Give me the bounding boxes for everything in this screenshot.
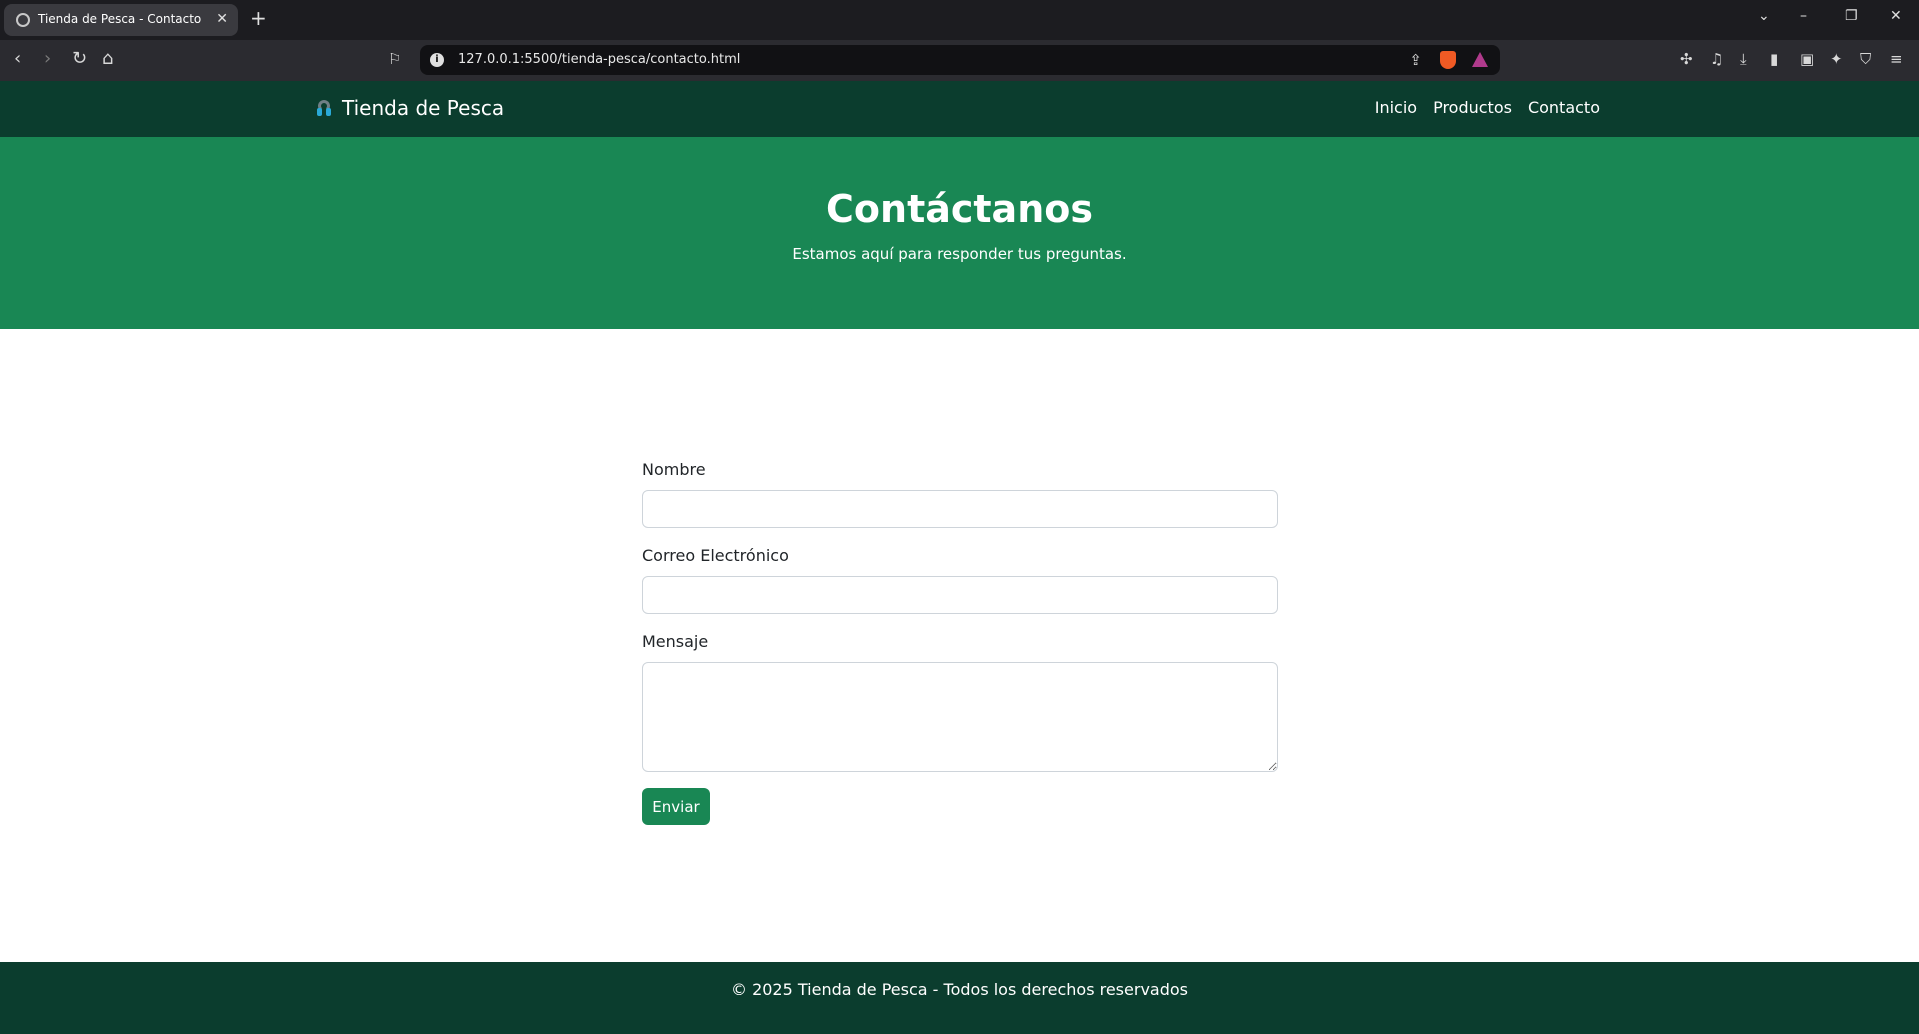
brave-rewards-icon[interactable]	[1472, 52, 1488, 67]
address-bar[interactable]: i 127.0.0.1:5500/tienda-pesca/contacto.h…	[420, 45, 1500, 75]
site-navbar: Tienda de Pesca Inicio Productos Contact…	[0, 81, 1919, 137]
forward-icon[interactable]: ›	[44, 49, 51, 69]
nav-links: Inicio Productos Contacto	[1359, 98, 1600, 117]
wallet-icon[interactable]: ▣	[1800, 50, 1814, 68]
headphones-icon	[316, 98, 332, 118]
bookmark-icon[interactable]: ⚐	[388, 49, 401, 69]
vpn-shield-icon[interactable]: ⛉	[1860, 50, 1871, 68]
page-title: Contáctanos	[826, 187, 1093, 231]
media-icon[interactable]: ♫	[1710, 50, 1723, 68]
name-input[interactable]	[642, 490, 1278, 528]
url-text[interactable]: 127.0.0.1:5500/tienda-pesca/contacto.htm…	[458, 52, 740, 67]
minimize-icon[interactable]: –	[1800, 8, 1807, 24]
share-icon[interactable]: ⇪	[1409, 51, 1422, 69]
nav-link-productos[interactable]: Productos	[1433, 98, 1512, 117]
sidebar-icon[interactable]: ▮	[1770, 50, 1778, 68]
menu-icon[interactable]: ≡	[1890, 50, 1903, 68]
brand-name: Tienda de Pesca	[342, 96, 505, 120]
name-label: Nombre	[642, 460, 706, 479]
back-icon[interactable]: ‹	[14, 49, 21, 69]
nav-link-inicio[interactable]: Inicio	[1375, 98, 1417, 117]
brand-link[interactable]: Tienda de Pesca	[316, 96, 504, 120]
page: Tienda de Pesca Inicio Productos Contact…	[0, 81, 1919, 1034]
browser-tab[interactable]: Tienda de Pesca - Contacto ✕	[4, 4, 238, 36]
email-input[interactable]	[642, 576, 1278, 614]
page-subtitle: Estamos aquí para responder tus pregunta…	[792, 245, 1127, 263]
home-icon[interactable]: ⌂	[102, 49, 113, 69]
brave-shields-icon[interactable]	[1440, 51, 1456, 69]
browser-tab-bar: Tienda de Pesca - Contacto ✕ + ⌄ – ❐ ✕	[0, 0, 1919, 40]
message-textarea[interactable]	[642, 662, 1278, 772]
leo-ai-icon[interactable]: ✦	[1830, 50, 1843, 68]
message-label: Mensaje	[642, 632, 709, 651]
browser-toolbar: ‹ › ↻ ⌂ ⚐ i 127.0.0.1:5500/tienda-pesca/…	[0, 40, 1919, 81]
site-footer: © 2025 Tienda de Pesca - Todos los derec…	[0, 962, 1919, 1034]
extensions-icon[interactable]: ✣	[1680, 50, 1693, 68]
new-tab-icon[interactable]: +	[250, 7, 267, 29]
hero-banner: Contáctanos Estamos aquí para responder …	[0, 137, 1919, 329]
restore-icon[interactable]: ❐	[1845, 8, 1858, 24]
email-label: Correo Electrónico	[642, 546, 789, 565]
tab-title: Tienda de Pesca - Contacto	[38, 12, 202, 26]
reload-icon[interactable]: ↻	[72, 49, 87, 69]
nav-link-contacto[interactable]: Contacto	[1528, 98, 1600, 117]
globe-icon	[16, 13, 30, 27]
close-window-icon[interactable]: ✕	[1890, 8, 1902, 24]
site-info-icon[interactable]: i	[430, 53, 444, 67]
submit-button[interactable]: Enviar	[642, 788, 710, 825]
footer-copyright: © 2025 Tienda de Pesca - Todos los derec…	[730, 980, 1188, 999]
close-tab-icon[interactable]: ✕	[216, 11, 228, 27]
download-icon[interactable]: ⤓	[1740, 50, 1747, 68]
tab-list-chevron-icon[interactable]: ⌄	[1758, 8, 1770, 24]
